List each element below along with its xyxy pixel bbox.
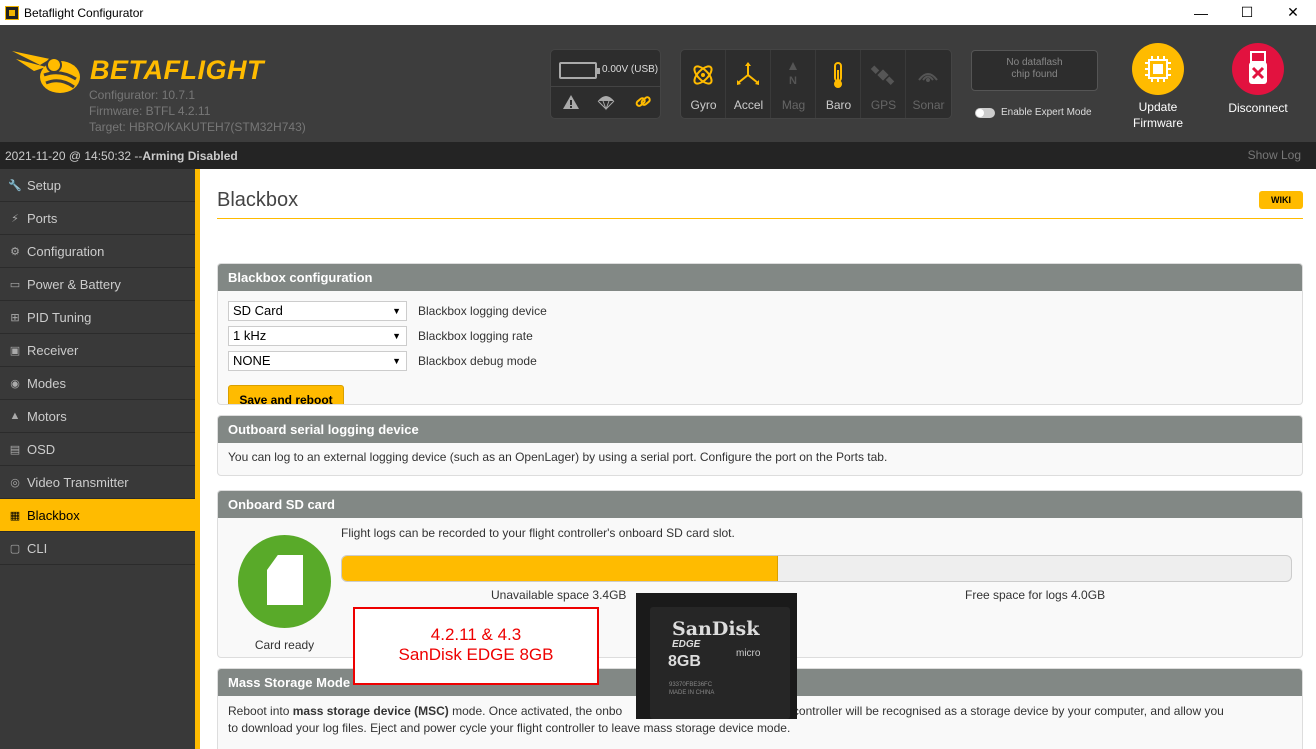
sidebar-item-blackbox[interactable]: ▦ Blackbox bbox=[0, 499, 195, 532]
outboard-description: You can log to an external logging devic… bbox=[228, 450, 888, 464]
sidebar-item-cli[interactable]: ▢ CLI bbox=[0, 532, 195, 565]
sensor-gps: GPS bbox=[861, 50, 906, 118]
dataflash-status: No dataflash chip found bbox=[971, 50, 1098, 91]
panel-heading: Onboard SD card bbox=[218, 491, 1302, 518]
window-titlebar: Betaflight Configurator — ☐ ✕ bbox=[0, 0, 1316, 25]
sidebar-item-setup[interactable]: 🔧 Setup bbox=[0, 169, 195, 202]
blackbox-icon: ▦ bbox=[9, 509, 21, 522]
sd-usage-bar bbox=[341, 555, 1292, 582]
debug-mode-label: Blackbox debug mode bbox=[418, 353, 537, 368]
sonar-icon bbox=[918, 73, 938, 82]
failsafe-parachute-icon bbox=[597, 96, 615, 111]
minimize-button[interactable]: — bbox=[1178, 0, 1224, 25]
firmware-version: Firmware: BTFL 4.2.11 bbox=[89, 104, 211, 118]
sidebar-item-configuration[interactable]: ⚙ Configuration bbox=[0, 235, 195, 268]
betaflight-wordmark: BETAFLIGHT bbox=[90, 55, 264, 85]
maximize-button[interactable]: ☐ bbox=[1224, 0, 1270, 25]
app-icon bbox=[5, 5, 19, 20]
blackbox-config-panel: Blackbox configuration SD Card Blackbox … bbox=[217, 263, 1303, 405]
status-datetime: 2021-11-20 @ 14:50:32 -- bbox=[5, 148, 143, 163]
sensor-baro: Baro bbox=[816, 50, 861, 118]
usb-disconnect-icon bbox=[1249, 51, 1267, 84]
wrench-icon: 🔧 bbox=[8, 179, 22, 192]
sensor-mag: N Mag bbox=[771, 50, 816, 118]
accel-icon bbox=[737, 62, 759, 85]
battery-voltage: 0.00V (USB) bbox=[602, 64, 659, 75]
app-header: BETAFLIGHT Configurator: 10.7.1 Firmware… bbox=[0, 25, 1316, 142]
chip-icon bbox=[1145, 56, 1171, 82]
sitemap-icon: ⊞ bbox=[10, 311, 20, 324]
thermometer-icon bbox=[834, 62, 842, 88]
logging-rate-label: Blackbox logging rate bbox=[418, 328, 533, 343]
sidebar-item-pid-tuning[interactable]: ⊞ PID Tuning bbox=[0, 301, 195, 334]
panel-heading: Outboard serial logging device bbox=[218, 416, 1302, 443]
unavailable-space-label: Unavailable space 3.4GB bbox=[491, 588, 627, 602]
sd-card-status-indicator bbox=[238, 535, 331, 628]
sensor-status-box: Gyro Accel N Mag Baro GPS Sonar bbox=[680, 49, 952, 119]
logging-rate-select[interactable]: 1 kHz bbox=[228, 325, 407, 346]
sensor-gyro: Gyro bbox=[681, 50, 726, 118]
expert-mode-toggle[interactable]: Enable Expert Mode bbox=[975, 107, 1092, 118]
toggle-switch[interactable] bbox=[975, 107, 995, 118]
window-title: Betaflight Configurator bbox=[24, 5, 144, 20]
sensor-accel: Accel bbox=[726, 50, 771, 118]
sidebar-item-power-battery[interactable]: ▭ Power & Battery bbox=[0, 268, 195, 301]
free-space-label: Free space for logs 4.0GB bbox=[965, 588, 1106, 602]
target-name: Target: HBRO/KAKUTEH7(STM32H743) bbox=[89, 120, 306, 134]
wiki-button[interactable]: WIKI bbox=[1259, 191, 1303, 209]
battery-icon bbox=[559, 62, 600, 79]
close-button[interactable]: ✕ bbox=[1270, 0, 1316, 25]
sidebar-item-modes[interactable]: ◉ Modes bbox=[0, 367, 195, 400]
toggles-icon: ◉ bbox=[10, 377, 20, 390]
osd-icon: ▤ bbox=[9, 443, 21, 456]
betaflight-bee-logo bbox=[12, 51, 80, 93]
receiver-icon: ▣ bbox=[9, 344, 21, 357]
compass-icon: N bbox=[789, 62, 797, 87]
motor-icon: ▲ bbox=[9, 410, 21, 422]
broadcast-icon: ◎ bbox=[10, 476, 20, 489]
sidebar-item-receiver[interactable]: ▣ Receiver bbox=[0, 334, 195, 367]
arming-status: Arming Disabled bbox=[142, 148, 238, 163]
save-and-reboot-button[interactable]: Save and reboot bbox=[228, 385, 344, 404]
annotation-box: 4.2.11 & 4.3 SanDisk EDGE 8GB bbox=[353, 607, 599, 685]
terminal-icon: ▢ bbox=[9, 542, 21, 555]
page-title: Blackbox bbox=[217, 189, 299, 211]
sd-card-photo: SanDisk EDGE 8GB micro 93370FBE36FC MADE … bbox=[636, 593, 797, 719]
sidebar-item-osd[interactable]: ▤ OSD bbox=[0, 433, 195, 466]
sidebar-item-motors[interactable]: ▲ Motors bbox=[0, 400, 195, 433]
card-status-label: Card ready bbox=[254, 638, 315, 652]
sidebar-item-video-transmitter[interactable]: ◎ Video Transmitter bbox=[0, 466, 195, 499]
configurator-version: Configurator: 10.7.1 bbox=[89, 88, 196, 102]
gyro-icon bbox=[693, 65, 713, 85]
outboard-logging-panel: Outboard serial logging device You can l… bbox=[217, 415, 1303, 476]
svg-text:N: N bbox=[789, 75, 797, 87]
battery-icon: ▭ bbox=[9, 278, 21, 291]
panel-heading: Blackbox configuration bbox=[218, 264, 1302, 291]
disconnect-button[interactable]: Disconnect bbox=[1218, 43, 1298, 115]
sidebar-item-ports[interactable]: ⚡ Ports bbox=[0, 202, 195, 235]
logging-device-label: Blackbox logging device bbox=[418, 303, 547, 318]
debug-mode-select[interactable]: NONE bbox=[228, 350, 407, 371]
status-bar: 2021-11-20 @ 14:50:32 -- Arming Disabled… bbox=[0, 142, 1316, 169]
sd-card-icon bbox=[267, 555, 303, 605]
logging-device-select[interactable]: SD Card bbox=[228, 300, 407, 321]
sensor-sonar: Sonar bbox=[906, 50, 951, 118]
firmware-info: Configurator: 10.7.1 Firmware: BTFL 4.2.… bbox=[89, 87, 306, 135]
show-log-link[interactable]: Show Log bbox=[1248, 148, 1301, 162]
plug-icon: ⚡ bbox=[11, 212, 19, 225]
battery-status-box: 0.00V (USB) bbox=[550, 49, 661, 119]
sd-description: Flight logs can be recorded to your flig… bbox=[341, 526, 735, 540]
gear-icon: ⚙ bbox=[10, 245, 20, 258]
update-firmware-button[interactable]: Update Firmware bbox=[1118, 43, 1198, 131]
warning-icon bbox=[563, 95, 579, 109]
sd-usage-fill bbox=[342, 556, 779, 581]
sidebar-nav: 🔧 Setup ⚡ Ports ⚙ Configuration ▭ Power & Ba… bbox=[0, 169, 195, 749]
link-icon bbox=[635, 96, 651, 107]
satellite-icon bbox=[870, 65, 895, 85]
